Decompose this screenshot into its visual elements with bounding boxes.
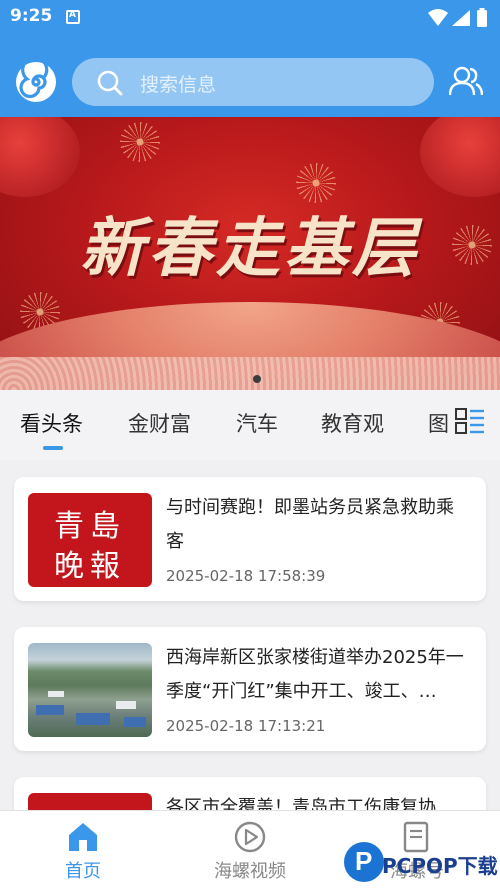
watermark-text: PCPOP下载 — [382, 854, 498, 878]
carousel-indicator — [253, 375, 261, 383]
news-item[interactable]: 西海岸新区张家楼街道举办2025年一季度“开门红”集中开工、竣工、… 2025-… — [14, 627, 486, 751]
tab-toutiao[interactable]: 看头条 — [20, 408, 83, 438]
tab-jincaifu[interactable]: 金财富 — [128, 408, 191, 438]
tab-jiaoyuguan[interactable]: 教育观 — [321, 408, 384, 438]
news-date: 2025-02-18 17:13:21 — [166, 717, 326, 735]
search-placeholder: 搜索信息 — [140, 74, 217, 96]
signal-icon — [452, 10, 470, 26]
news-thumbnail: 青島 晚報 — [28, 493, 152, 587]
lantern-right — [420, 117, 500, 197]
video-icon — [234, 821, 266, 853]
status-time: 9:25 — [10, 6, 53, 26]
nav-home[interactable]: 首页 — [23, 811, 143, 888]
wifi-icon — [428, 9, 448, 26]
watermark: PCPOP下载 — [340, 840, 500, 888]
category-tabs: 看头条 金财富 汽车 教育观 图 — [0, 390, 500, 460]
news-title: 西海岸新区张家楼街道举办2025年一季度“开门红”集中开工、竣工、… — [166, 647, 464, 702]
users-icon[interactable] — [449, 66, 483, 96]
home-icon — [69, 823, 97, 851]
grid-icon[interactable] — [455, 407, 485, 435]
nav-video-label: 海螺视频 — [214, 861, 286, 882]
news-date: 2025-02-18 17:58:39 — [166, 567, 326, 585]
battery-icon — [477, 10, 487, 27]
nav-video[interactable]: 海螺视频 — [190, 811, 310, 888]
banner-carousel[interactable]: 新春走基层 — [0, 117, 500, 390]
banner-title: 新春走基层 — [80, 211, 420, 286]
status-icons — [428, 8, 487, 27]
active-tab-indicator — [43, 446, 63, 450]
lantern-left — [0, 117, 80, 197]
status-bar: 9:25 — [0, 0, 500, 34]
news-title: 与时间赛跑！即墨站务员紧急救助乘客 — [166, 497, 454, 552]
news-item[interactable]: 青島 晚報 与时间赛跑！即墨站务员紧急救助乘客 2025-02-18 17:58… — [14, 477, 486, 601]
tab-qiche[interactable]: 汽车 — [236, 408, 278, 438]
firework — [120, 122, 160, 162]
top-bar: 9:25 搜索信息 — [0, 0, 500, 117]
watermark-logo — [344, 842, 384, 882]
search-icon — [97, 70, 123, 96]
notification-icon — [66, 10, 80, 24]
banner-pattern — [0, 357, 500, 390]
nav-home-label: 首页 — [65, 861, 101, 882]
thumb-text: 晚報 — [54, 549, 126, 584]
logo-icon[interactable] — [16, 56, 56, 102]
search-bar[interactable]: 搜索信息 — [72, 58, 434, 106]
thumb-text: 青島 — [54, 509, 126, 544]
news-thumbnail — [28, 643, 152, 737]
tab-clipped[interactable]: 图 — [428, 408, 454, 438]
